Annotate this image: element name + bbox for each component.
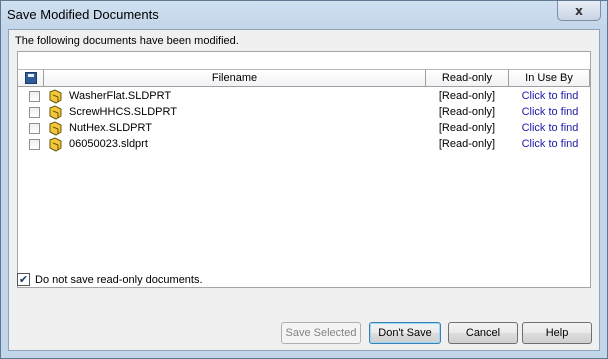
table-row[interactable]: ScrewHHCS.SLDPRT [Read-only] Click to fi… bbox=[18, 105, 590, 121]
documents-list: Filename Read-only In Use By WasherFlat.… bbox=[17, 51, 591, 288]
click-to-find-link[interactable]: Click to find bbox=[509, 90, 591, 102]
dialog-body: The following documents have been modifi… bbox=[8, 29, 600, 351]
column-header-save[interactable] bbox=[18, 69, 44, 87]
row-filename: NutHex.SLDPRT bbox=[69, 122, 152, 134]
skip-readonly-label: Do not save read-only documents. bbox=[35, 273, 203, 286]
click-to-find-link[interactable]: Click to find bbox=[509, 138, 591, 150]
dialog-message: The following documents have been modifi… bbox=[15, 35, 239, 47]
part-file-icon bbox=[49, 105, 62, 120]
row-checkbox[interactable] bbox=[29, 123, 40, 134]
click-to-find-link[interactable]: Click to find bbox=[509, 122, 591, 134]
dont-save-button[interactable]: Don't Save bbox=[369, 322, 441, 344]
part-file-icon bbox=[49, 121, 62, 136]
column-header-readonly[interactable]: Read-only bbox=[426, 69, 509, 87]
table-header: Filename Read-only In Use By bbox=[18, 69, 590, 87]
cancel-button[interactable]: Cancel bbox=[448, 322, 518, 344]
row-readonly-status: [Read-only] bbox=[438, 138, 496, 150]
row-checkbox[interactable] bbox=[29, 107, 40, 118]
skip-readonly-checkbox[interactable]: ✔ bbox=[17, 273, 30, 286]
table-row[interactable]: WasherFlat.SLDPRT [Read-only] Click to f… bbox=[18, 89, 590, 105]
save-selected-button[interactable]: Save Selected bbox=[281, 322, 361, 344]
help-button[interactable]: Help bbox=[522, 322, 592, 344]
part-file-icon bbox=[49, 137, 62, 152]
close-icon: x bbox=[575, 3, 583, 18]
window-title: Save Modified Documents bbox=[7, 7, 159, 22]
row-filename: WasherFlat.SLDPRT bbox=[69, 90, 172, 102]
row-readonly-status: [Read-only] bbox=[438, 90, 496, 102]
row-checkbox[interactable] bbox=[29, 91, 40, 102]
dialog-window: Save Modified Documents x The following … bbox=[0, 0, 608, 359]
part-file-icon bbox=[49, 89, 62, 104]
column-header-filename[interactable]: Filename bbox=[44, 69, 426, 87]
row-readonly-status: [Read-only] bbox=[438, 122, 496, 134]
save-icon bbox=[24, 72, 37, 84]
skip-readonly-option[interactable]: ✔ Do not save read-only documents. bbox=[17, 273, 203, 286]
close-button[interactable]: x bbox=[557, 1, 601, 21]
checkmark-icon: ✔ bbox=[18, 273, 29, 286]
row-filename: 06050023.sldprt bbox=[69, 138, 148, 150]
column-header-in-use-by[interactable]: In Use By bbox=[509, 69, 590, 87]
table-row[interactable]: NutHex.SLDPRT [Read-only] Click to find bbox=[18, 121, 590, 137]
title-bar[interactable]: Save Modified Documents x bbox=[1, 1, 607, 29]
row-filename: ScrewHHCS.SLDPRT bbox=[69, 106, 177, 118]
row-readonly-status: [Read-only] bbox=[438, 106, 496, 118]
table-row[interactable]: 06050023.sldprt [Read-only] Click to fin… bbox=[18, 137, 590, 153]
click-to-find-link[interactable]: Click to find bbox=[509, 106, 591, 118]
row-checkbox[interactable] bbox=[29, 139, 40, 150]
